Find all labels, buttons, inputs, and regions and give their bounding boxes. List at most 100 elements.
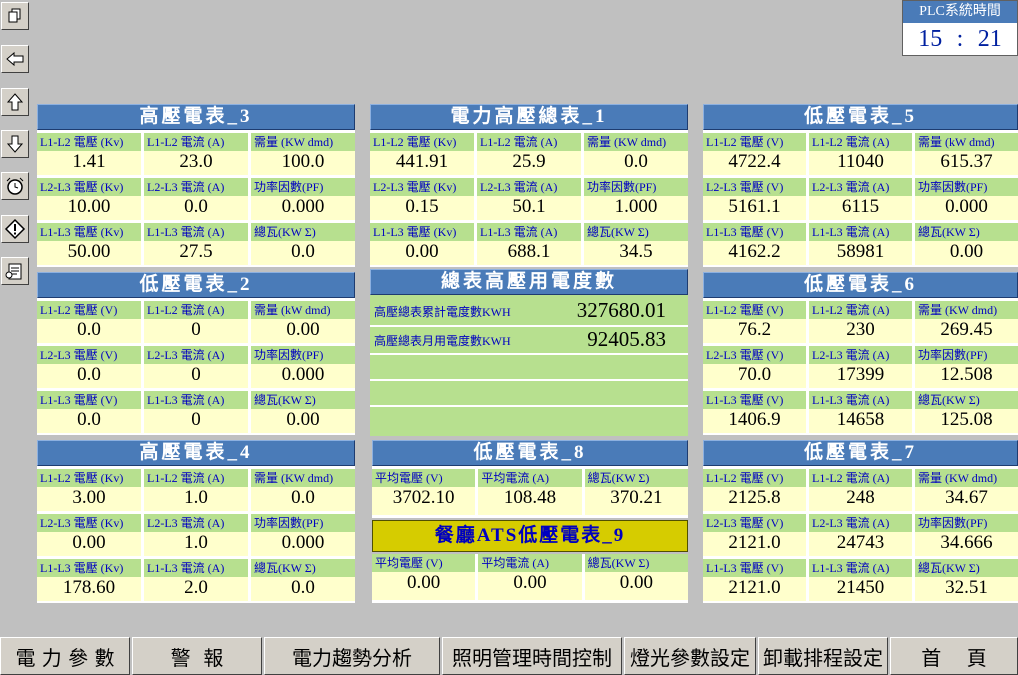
notes-icon[interactable] [1,257,29,285]
reading-label: L1-L3 電流 (A) [477,223,581,241]
arrow-up-icon[interactable] [1,88,29,116]
reading-value: 1406.9 [728,409,781,430]
reading-label: L2-L3 電壓 (V) [37,346,141,364]
nav-power-parameters-button[interactable]: 電 力 參 數 [0,637,130,675]
reading-label: 總瓦(KW Σ) [251,223,355,241]
reading-label: L2-L3 電壓 (Kv) [37,514,141,532]
reading-cell: L1-L2 電壓 (V) 4722.4 [703,133,806,175]
reading-label: 功率因數(PF) [251,178,355,196]
reading-cell: 總瓦(KW Σ) 0.00 [915,223,1018,265]
meter-panel-lv7: 低壓電表_7 L1-L2 電壓 (V) 2125.8 L1-L2 電流 (A) 248 需… [703,440,1018,603]
plc-clock-title: PLC系統時間 [903,1,1017,23]
reading-cell: L2-L3 電壓 (Kv) 0.15 [370,178,474,220]
reading-label: L2-L3 電流 (A) [477,178,581,196]
reading-cell: L2-L3 電流 (A) 0 [144,346,248,388]
kwh-summary-panel: 總表高壓用電度數 高壓總表累計電度數KWH 327680.01 高壓總表月用電度… [370,269,688,436]
reading-cell: L1-L2 電壓 (V) 0.0 [37,301,141,343]
reading-value: 0.00 [286,319,320,340]
reading-cell: 功率因數(PF) 0.000 [915,178,1018,220]
reading-cell: L2-L3 電流 (A) 6115 [809,178,912,220]
reading-label: L2-L3 電壓 (V) [703,178,806,196]
back-arrow-icon[interactable] [1,45,29,73]
warning-icon[interactable] [1,215,29,243]
reading-cell: L1-L3 電流 (A) 27.5 [144,223,248,265]
reading-label: L2-L3 電壓 (V) [703,514,806,532]
reading-label: 總瓦(KW Σ) [915,559,1018,577]
reading-value: 4162.2 [728,241,781,262]
reading-value: 2125.8 [728,487,781,508]
reading-label: L1-L2 電流 (A) [144,469,248,487]
reading-cell: 功率因數(PF) 12.508 [915,346,1018,388]
nav-alarm-button[interactable]: 警 報 [132,637,262,675]
reading-cell: L1-L3 電壓 (Kv) 50.00 [37,223,141,265]
reading-cell: L1-L3 電壓 (V) 1406.9 [703,391,806,433]
reading-cell: 需量 (KW dmd) 34.67 [915,469,1018,511]
meter-title-lv2: 低壓電表_2 [37,272,355,298]
reading-value: 108.48 [503,487,557,508]
reading-value: 2121.0 [728,532,781,553]
reading-label: 功率因數(PF) [915,346,1018,364]
reading-value: 0.0 [184,196,208,217]
reading-cell: L1-L3 電流 (A) 2.0 [144,559,248,601]
reading-label: L1-L2 電流 (A) [477,133,581,151]
reading-cell: 總瓦(KW Σ) 370.21 [584,469,688,515]
reading-value: 441.91 [395,151,449,172]
reading-value: 1.000 [614,196,658,217]
meter-panel-lv8: 低壓電表_8 平均電壓 (V) 3702.10 平均電流 (A) 108.48 總瓦(KW… [372,440,688,518]
reading-cell: L1-L2 電流 (A) 1.0 [144,469,248,511]
reading-label: L2-L3 電流 (A) [809,346,912,364]
reading-value: 688.1 [507,241,551,262]
reading-value: 0.00 [72,532,106,553]
reading-cell: 功率因數(PF) 34.666 [915,514,1018,556]
nav-lighting-parameters-button[interactable]: 燈光參數設定 [624,637,756,675]
reading-value: 17399 [836,364,885,385]
reading-label: L1-L3 電壓 (Kv) [37,223,141,241]
reading-cell: L1-L3 電壓 (Kv) 178.60 [37,559,141,601]
reading-label: 總瓦(KW Σ) [251,391,355,409]
arrow-down-icon[interactable] [1,130,29,158]
reading-label: L1-L3 電壓 (V) [703,223,806,241]
reading-cell: 功率因數(PF) 0.000 [251,178,355,220]
reading-label: L1-L2 電壓 (Kv) [37,133,141,151]
nav-home-button[interactable]: 首 頁 [890,637,1018,675]
meter-panel-lv6: 低壓電表_6 L1-L2 電壓 (V) 76.2 L1-L2 電流 (A) 230 需量 … [703,272,1018,435]
copy-icon[interactable] [1,2,29,30]
meter-panel-hv4: 高壓電表_4 L1-L2 電壓 (Kv) 3.00 L1-L2 電流 (A) 1.0 需量… [37,440,355,603]
reading-cell: 平均電壓 (V) 0.00 [372,554,476,600]
reading-cell: 功率因數(PF) 0.000 [251,346,355,388]
reading-cell: 總瓦(KW Σ) 34.5 [584,223,688,265]
nav-lighting-schedule-button[interactable]: 照明管理時間控制 [442,637,622,675]
reading-cell: L1-L2 電壓 (Kv) 3.00 [37,469,141,511]
nav-power-trend-button[interactable]: 電力趨勢分析 [264,637,440,675]
reading-value: 1.0 [184,487,208,508]
meter-title-hv3: 高壓電表_3 [37,104,355,130]
reading-cell: 總瓦(KW Σ) 0.00 [584,554,688,600]
reading-cell: L1-L3 電壓 (V) 2121.0 [703,559,806,601]
reading-label: 功率因數(PF) [584,178,688,196]
reading-value: 58981 [836,241,885,262]
plc-hour: 15 [918,26,943,52]
reading-value: 34.67 [945,487,988,508]
alarm-clock-icon[interactable] [1,172,29,200]
reading-cell: L1-L3 電流 (A) 21450 [809,559,912,601]
reading-cell: 平均電流 (A) 0.00 [478,554,582,600]
nav-load-shedding-button[interactable]: 卸載排程設定 [758,637,888,675]
reading-label: L1-L3 電壓 (V) [703,391,806,409]
reading-label: 總瓦(KW Σ) [584,554,688,572]
reading-label: L1-L2 電壓 (V) [703,301,806,319]
reading-label: 平均電壓 (V) [372,554,476,572]
reading-value: 370.21 [610,487,663,508]
reading-label: 需量 (KW dmd) [251,133,355,151]
reading-label: L1-L3 電流 (A) [809,223,912,241]
plc-clock: PLC系統時間 15 : 21 [902,0,1018,56]
reading-label: 功率因數(PF) [251,346,355,364]
meter-title-hv4: 高壓電表_4 [37,440,355,466]
meter-panel-hv3: 高壓電表_3 L1-L2 電壓 (Kv) 1.41 L1-L2 電流 (A) 23.0 需… [37,104,355,267]
reading-cell: 需量 (KW dmd) 0.0 [251,469,355,511]
reading-label: 需量 (KW dmd) [915,469,1018,487]
kwh-month-value: 92405.83 [587,327,666,351]
reading-label: L1-L2 電壓 (V) [37,301,141,319]
reading-value: 0.000 [281,196,325,217]
reading-value: 0.15 [405,196,439,217]
reading-cell: L2-L3 電流 (A) 50.1 [477,178,581,220]
